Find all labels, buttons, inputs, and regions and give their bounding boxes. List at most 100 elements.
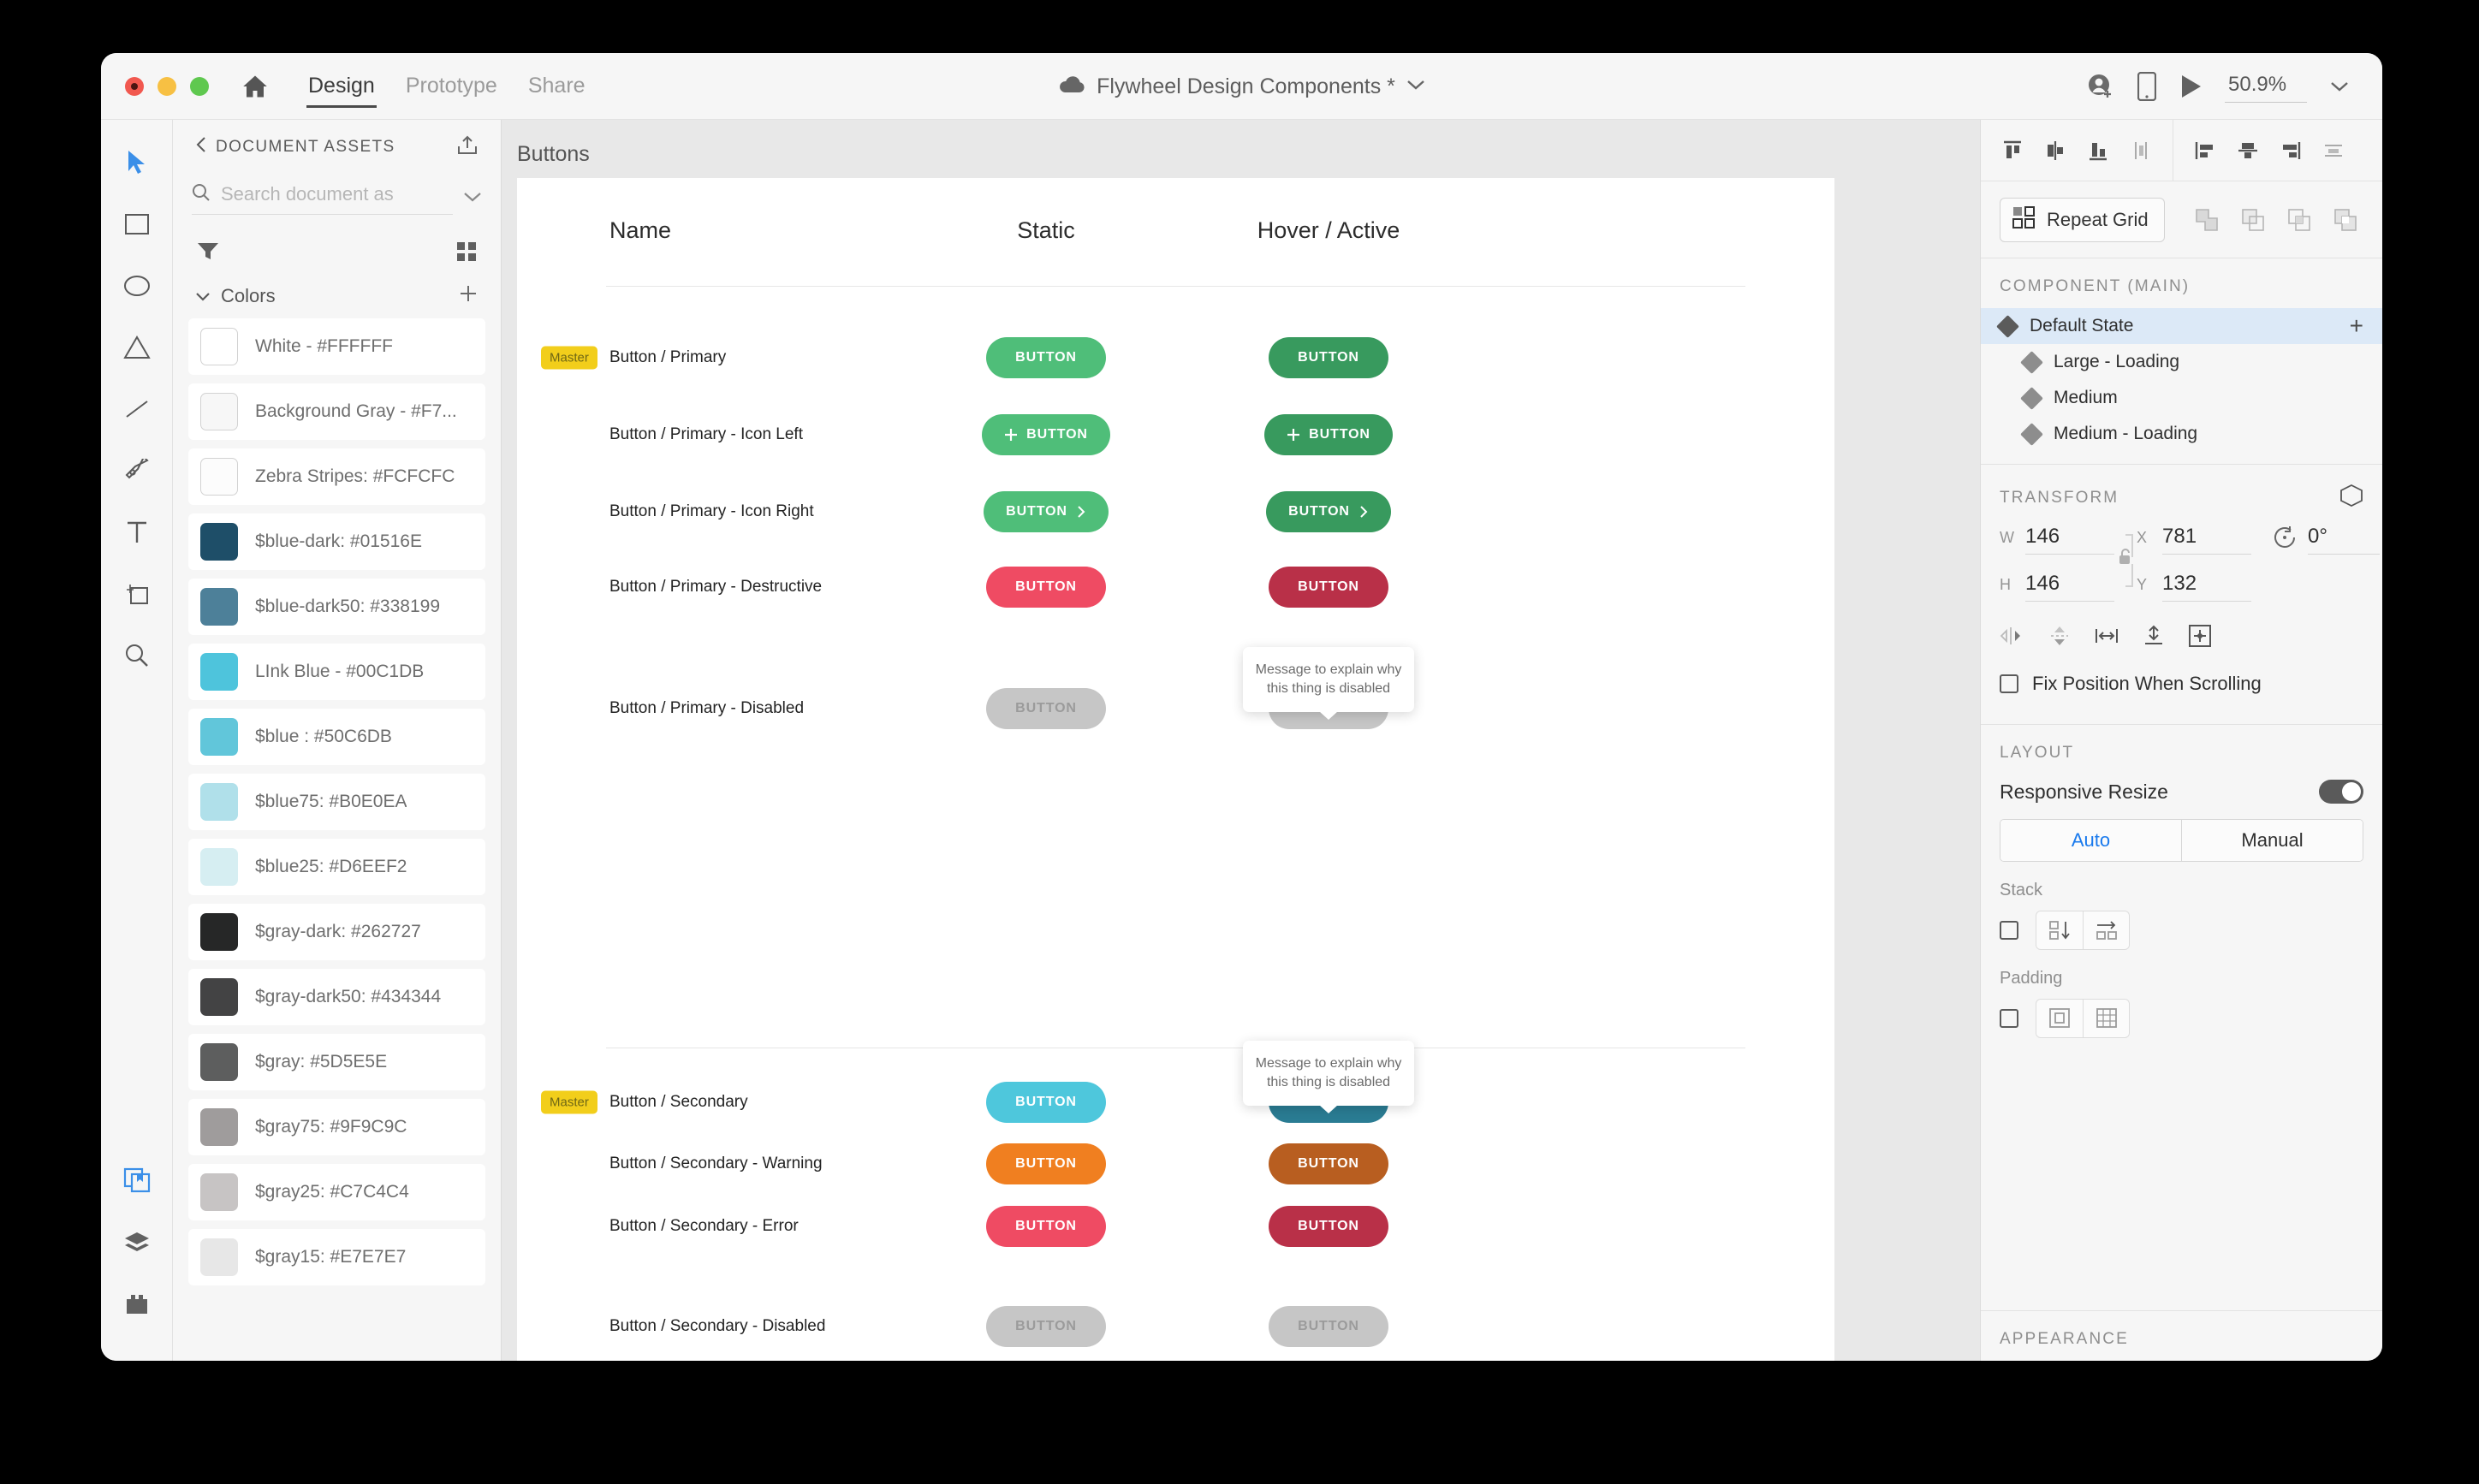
button-sample[interactable]: BUTTON [1266,491,1391,532]
component-state-item[interactable]: Small [1981,452,2382,455]
assets-panel-icon[interactable] [113,1157,161,1205]
stack-vertical-icon[interactable] [2036,911,2083,949]
search-input[interactable] [221,183,453,205]
color-asset-item[interactable]: Background Gray - #F7... [188,383,485,440]
stack-horizontal-icon[interactable] [2083,911,2129,949]
search-filter-chevron-down-icon[interactable] [463,191,482,207]
color-asset-item[interactable]: $blue75: #B0E0EA [188,774,485,830]
button-sample[interactable]: BUTTON [1269,1206,1388,1247]
stack-checkbox[interactable] [2000,921,2018,940]
x-input[interactable]: 781 [2162,525,2251,555]
button-sample[interactable]: BUTTON [982,414,1110,455]
zoom-level[interactable]: 50.9% [2225,70,2307,103]
repeat-grid-button[interactable]: Repeat Grid [2000,197,2165,242]
color-asset-item[interactable]: $gray25: #C7C4C4 [188,1164,485,1220]
rectangle-tool[interactable] [113,200,161,248]
maximize-window-button[interactable] [190,76,209,96]
color-asset-item[interactable]: $gray-dark50: #434344 [188,969,485,1025]
device-preview-icon[interactable] [2137,71,2156,101]
3d-transform-icon[interactable] [2339,484,2363,513]
color-asset-item[interactable]: $blue : #50C6DB [188,709,485,765]
artboard[interactable]: Name Static Hover / Active Master Button … [517,178,1834,1361]
add-component-state-button[interactable]: + [2350,314,2363,338]
align-top-icon[interactable] [1994,133,2030,169]
rotation-input[interactable]: 0° [2308,525,2380,555]
align-horizontal-center-icon[interactable] [2230,133,2266,169]
select-tool[interactable] [113,139,161,187]
distribute-vertical-icon[interactable] [2123,133,2159,169]
plugins-panel-icon[interactable] [113,1280,161,1328]
align-right-icon[interactable] [2273,133,2309,169]
flip-vertical-icon[interactable] [2048,624,2072,652]
scale-icon[interactable] [2188,624,2212,652]
button-sample[interactable]: BUTTON [984,491,1109,532]
subtract-shape-icon[interactable] [2235,202,2271,238]
line-tool[interactable] [113,385,161,433]
button-sample[interactable]: BUTTON [986,567,1106,608]
table-row[interactable]: MasterButton / SecondaryBUTTONBUTTON [517,1075,1834,1130]
align-bottom-icon[interactable] [2080,133,2116,169]
distribute-horizontal-icon[interactable] [2316,133,2351,169]
design-canvas[interactable]: Buttons Name Static Hover / Active Maste… [502,120,1980,1361]
corner-radius-individual-icon[interactable] [2142,624,2166,652]
y-input[interactable]: 132 [2162,572,2251,602]
padding-individual-icon[interactable] [2083,1000,2129,1037]
component-state-item[interactable]: Medium [1981,380,2382,416]
button-sample[interactable]: BUTTON [1264,414,1393,455]
width-input[interactable]: 146 [2025,525,2114,555]
close-window-button[interactable] [125,76,144,96]
fix-position-checkbox[interactable] [2000,674,2018,693]
component-state-item[interactable]: Medium - Loading [1981,416,2382,452]
zoom-tool[interactable] [113,632,161,680]
padding-checkbox[interactable] [2000,1009,2018,1028]
grid-view-icon[interactable] [456,241,477,266]
tab-prototype[interactable]: Prototype [390,53,513,120]
color-asset-item[interactable]: $blue-dark: #01516E [188,513,485,570]
colors-collapse-chevron-down-icon[interactable] [195,285,211,307]
corner-radius-all-icon[interactable] [2094,625,2119,651]
color-asset-item[interactable]: Zebra Stripes: #FCFCFC [188,448,485,505]
lock-aspect-ratio-button[interactable] [2114,525,2137,591]
align-left-icon[interactable] [2187,133,2223,169]
add-collaborator-icon[interactable] [2086,72,2115,101]
button-sample[interactable]: BUTTON [1269,567,1388,608]
home-icon[interactable] [238,69,272,104]
table-row[interactable]: Button / Secondary - Disabled BUTTON BUTTO… [517,1299,1834,1354]
button-sample[interactable]: BUTTON [986,1082,1106,1123]
table-row[interactable]: Button / Primary - Icon Right BUTTON BUTTO… [517,484,1834,539]
color-asset-item[interactable]: $gray-dark: #262727 [188,904,485,960]
polygon-tool[interactable] [113,324,161,371]
button-sample[interactable]: BUTTON [986,337,1106,378]
button-sample[interactable]: BUTTON [1269,337,1388,378]
add-shape-icon[interactable] [2189,202,2225,238]
component-state-item[interactable]: Default State + [1981,308,2382,344]
colors-list[interactable]: White - #FFFFFF Background Gray - #F7... Z… [173,313,501,1361]
button-sample[interactable]: BUTTON [1269,1143,1388,1184]
tab-share[interactable]: Share [513,53,601,120]
table-row[interactable]: Button / Primary - Destructive BUTTON BUTT… [517,560,1834,614]
layers-panel-icon[interactable] [113,1219,161,1267]
height-input[interactable]: 146 [2025,572,2114,602]
minimize-window-button[interactable] [158,76,176,96]
pen-tool[interactable] [113,447,161,495]
color-asset-item[interactable]: $gray: #5D5E5E [188,1034,485,1090]
ellipse-tool[interactable] [113,262,161,310]
artboard-tool[interactable] [113,570,161,618]
add-color-button[interactable] [458,283,479,308]
color-asset-item[interactable]: $blue-dark50: #338199 [188,579,485,635]
padding-uniform-icon[interactable] [2036,1000,2083,1037]
document-menu-chevron-down-icon[interactable] [1406,79,1425,95]
fix-position-row[interactable]: Fix Position When Scrolling [2000,652,2363,715]
color-asset-item[interactable]: White - #FFFFFF [188,318,485,375]
zoom-chevron-down-icon[interactable] [2329,80,2350,92]
align-vertical-center-icon[interactable] [2037,133,2073,169]
color-asset-item[interactable]: LInk Blue - #00C1DB [188,644,485,700]
artboard-name[interactable]: Buttons [517,142,590,167]
flip-horizontal-icon[interactable] [2000,625,2025,651]
color-asset-item[interactable]: $blue25: #D6EEF2 [188,839,485,895]
chevron-left-icon[interactable] [195,136,207,158]
tab-design[interactable]: Design [293,53,390,120]
resize-mode-manual-button[interactable]: Manual [2181,820,2363,861]
responsive-resize-toggle[interactable] [2319,780,2363,804]
table-row[interactable]: Button / Primary - DisabledBUTTONBUTTON [517,681,1834,736]
